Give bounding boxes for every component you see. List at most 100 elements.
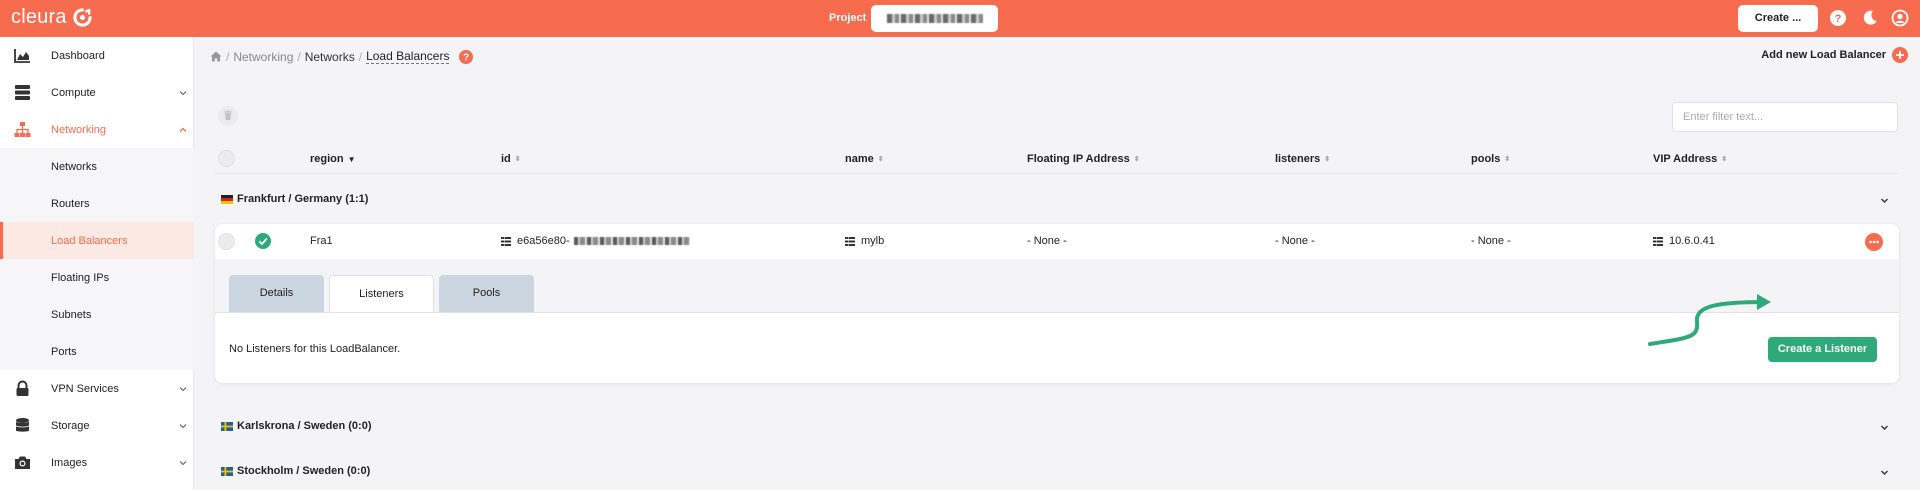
sidebar-item-networks[interactable]: Networks — [0, 148, 194, 185]
cell-id: e6a56e80- — [501, 235, 690, 247]
trash-icon — [224, 110, 232, 120]
lock-icon — [16, 380, 29, 396]
cell-vip-address: 10.6.0.41 — [1653, 235, 1715, 247]
sweden-flag-icon — [221, 422, 233, 431]
breadcrumb-separator: / — [226, 49, 230, 64]
breadcrumb-networks[interactable]: Networks — [305, 50, 355, 64]
project-label: Project — [829, 12, 867, 24]
sidebar-item-label: Networks — [51, 160, 97, 173]
region-group-name: Karlskrona / Sweden (0:0) — [237, 420, 372, 432]
tab-pools[interactable]: Pools — [439, 275, 534, 312]
cell-name-value: mylb — [861, 235, 885, 247]
help-icon[interactable]: ? — [1829, 9, 1847, 27]
sidebar-item-dashboard[interactable]: Dashboard — [0, 37, 194, 74]
sidebar-item-label: Subnets — [51, 308, 92, 321]
sidebar-item-networking[interactable]: Networking — [0, 111, 194, 148]
table-row[interactable]: Fra1 e6a56e80- mylb - None - - None - - … — [215, 224, 1899, 259]
cell-floating-ip: - None - — [1027, 235, 1067, 247]
sidebar: Dashboard Compute Networking Networks Ro… — [0, 37, 194, 490]
sidebar-item-label: Dashboard — [51, 49, 105, 62]
delete-selected-button[interactable] — [218, 106, 238, 126]
sort-icon: ⬍ — [1133, 156, 1140, 163]
sidebar-item-ports[interactable]: Ports — [0, 333, 194, 370]
region-group-name: Stockholm / Sweden (0:0) — [237, 465, 371, 477]
breadcrumb-load-balancers[interactable]: Load Balancers — [366, 49, 450, 64]
sidebar-item-floating-ips[interactable]: Floating IPs — [0, 259, 194, 296]
sidebar-item-label: Images — [51, 456, 88, 469]
column-header-name[interactable]: name ⬍ — [845, 153, 884, 165]
network-icon — [14, 122, 31, 137]
row-checkbox[interactable] — [218, 233, 235, 250]
region-group-stockholm[interactable]: Stockholm / Sweden (0:0) — [215, 456, 1899, 486]
filter-input[interactable] — [1672, 102, 1898, 132]
column-header-listeners[interactable]: listeners ⬍ — [1275, 153, 1330, 165]
sidebar-item-label: Routers — [51, 197, 90, 210]
create-listener-button[interactable]: Create a Listener — [1768, 337, 1877, 362]
chevron-down-icon — [179, 90, 187, 95]
redacted-project-name — [887, 14, 983, 23]
tab-details[interactable]: Details — [229, 275, 324, 312]
sidebar-item-label: Floating IPs — [51, 271, 110, 284]
database-icon — [15, 418, 30, 432]
sidebar-item-label: Ports — [51, 345, 77, 358]
sidebar-item-vpn-services[interactable]: VPN Services — [0, 370, 194, 407]
tab-listeners[interactable]: Listeners — [329, 275, 434, 312]
help-icon[interactable]: ? — [459, 49, 474, 64]
sort-icon: ⬍ — [1324, 156, 1331, 163]
user-icon[interactable] — [1891, 9, 1909, 27]
column-label: Floating IP Address — [1027, 153, 1130, 165]
cleura-logo[interactable]: cleura — [11, 6, 92, 29]
logo-text: cleura — [11, 6, 67, 28]
table-header: region ▼ id ⬍ name ⬍ Floating IP Address ⬍ l… — [215, 144, 1899, 174]
chevron-down-icon — [179, 460, 187, 465]
cleura-logo-icon — [73, 8, 92, 27]
sidebar-item-label: Storage — [51, 419, 90, 432]
sort-icon: ⬍ — [1504, 156, 1511, 163]
column-label: VIP Address — [1653, 153, 1718, 165]
sort-icon: ⬍ — [877, 156, 884, 163]
cell-name: mylb — [845, 235, 884, 247]
redacted-id — [573, 237, 690, 245]
sort-icon: ⬍ — [514, 156, 521, 163]
home-icon[interactable] — [210, 51, 222, 62]
sidebar-item-routers[interactable]: Routers — [0, 185, 194, 222]
column-header-vip-address[interactable]: VIP Address ⬍ — [1653, 153, 1727, 165]
cell-listeners: - None - — [1275, 235, 1315, 247]
sidebar-item-images[interactable]: Images — [0, 444, 194, 481]
svg-text:?: ? — [1835, 13, 1842, 25]
region-group-karlskrona[interactable]: Karlskrona / Sweden (0:0) — [215, 411, 1899, 441]
svg-text:?: ? — [463, 52, 469, 63]
sweden-flag-icon — [221, 467, 233, 476]
sidebar-item-compute[interactable]: Compute — [0, 74, 194, 111]
breadcrumb-networking[interactable]: Networking — [233, 50, 293, 64]
create-button[interactable]: Create ... — [1738, 5, 1818, 32]
column-header-id[interactable]: id ⬍ — [501, 153, 521, 165]
chevron-down-icon — [1881, 425, 1888, 430]
region-group-frankfurt[interactable]: Frankfurt / Germany (1:1) — [215, 184, 1899, 214]
project-selector[interactable] — [871, 5, 998, 32]
column-header-pools[interactable]: pools ⬍ — [1471, 153, 1510, 165]
select-all-checkbox[interactable] — [218, 150, 235, 167]
column-header-region[interactable]: region ▼ — [310, 153, 356, 165]
server-icon — [15, 85, 30, 100]
sort-desc-icon: ▼ — [347, 154, 356, 164]
cell-region: Fra1 — [310, 235, 333, 247]
detail-tabs: Details Listeners Pools — [229, 275, 539, 312]
main-content: / Networking / Networks / Load Balancers… — [195, 37, 1920, 490]
breadcrumb-separator: / — [297, 49, 301, 64]
sidebar-item-subnets[interactable]: Subnets — [0, 296, 194, 333]
chevron-down-icon — [1881, 470, 1888, 475]
moon-icon[interactable] — [1861, 9, 1879, 27]
sidebar-item-label: VPN Services — [51, 382, 119, 395]
sidebar-item-load-balancers[interactable]: Load Balancers — [0, 222, 194, 259]
sort-icon: ⬍ — [1721, 156, 1728, 163]
sidebar-item-label: Networking — [51, 123, 107, 136]
sidebar-item-storage[interactable]: Storage — [0, 407, 194, 444]
table-icon — [501, 236, 511, 246]
load-balancer-panel: region▼ id⬍ name⬍ Floating IP Address⬍ l… — [195, 75, 1920, 490]
add-load-balancer-button[interactable]: Add new Load Balancer — [1761, 47, 1908, 63]
status-active-icon — [255, 233, 271, 249]
column-label: pools — [1471, 153, 1501, 165]
column-header-floating-ip[interactable]: Floating IP Address ⬍ — [1027, 153, 1140, 165]
more-actions-icon[interactable] — [1865, 233, 1883, 251]
